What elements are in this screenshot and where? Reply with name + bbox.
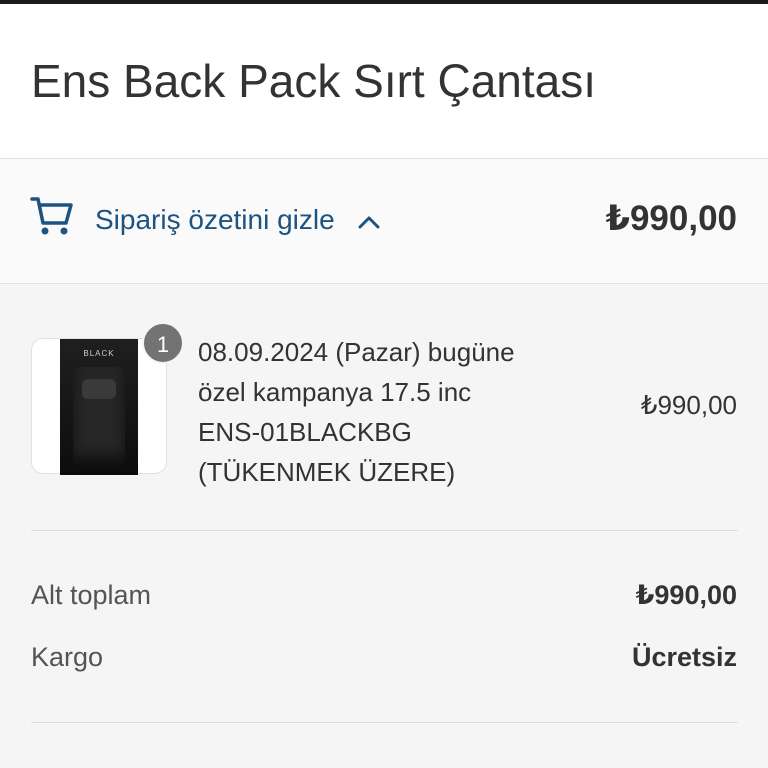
order-summary-toggle[interactable]: Sipariş özetini gizle ₺990,00	[0, 159, 768, 284]
product-name-line: özel kampanya 17.5 inc	[198, 377, 472, 407]
product-name-line: (TÜKENMEK ÜZERE)	[198, 457, 456, 487]
store-header: Ens Back Pack Sırt Çantası	[0, 4, 768, 159]
product-thumbnail: BLACK	[31, 338, 167, 475]
shipping-label: Kargo	[31, 642, 104, 672]
quantity-badge: 1	[142, 322, 184, 364]
product-name-line: ENS-01BLACKBG	[198, 417, 412, 447]
shipping-value: Ücretsiz	[631, 642, 737, 672]
store-title[interactable]: Ens Back Pack Sırt Çantası	[31, 54, 596, 108]
product-price: ₺990,00	[640, 390, 737, 420]
subtotal-value: ₺990,00	[635, 580, 737, 610]
toggle-summary-label[interactable]: Sipariş özetini gizle	[95, 204, 335, 236]
backpack-body	[73, 367, 125, 465]
chevron-up-icon[interactable]	[358, 215, 380, 229]
backpack-flap	[82, 379, 116, 399]
cart-icon	[30, 197, 73, 235]
order-summary-panel: BLACK 1 08.09.2024 (Pazar) bugüne özel k…	[0, 284, 768, 768]
order-total: ₺990,00	[605, 199, 737, 238]
subtotal-label: Alt toplam	[31, 580, 152, 610]
product-name-line: 08.09.2024 (Pazar) bugüne	[198, 337, 515, 367]
product-image-label: BLACK	[83, 349, 115, 358]
divider	[31, 722, 738, 723]
product-name: 08.09.2024 (Pazar) bugüne özel kampanya …	[198, 332, 618, 492]
divider	[31, 530, 738, 531]
backpack-image: BLACK	[60, 339, 138, 475]
